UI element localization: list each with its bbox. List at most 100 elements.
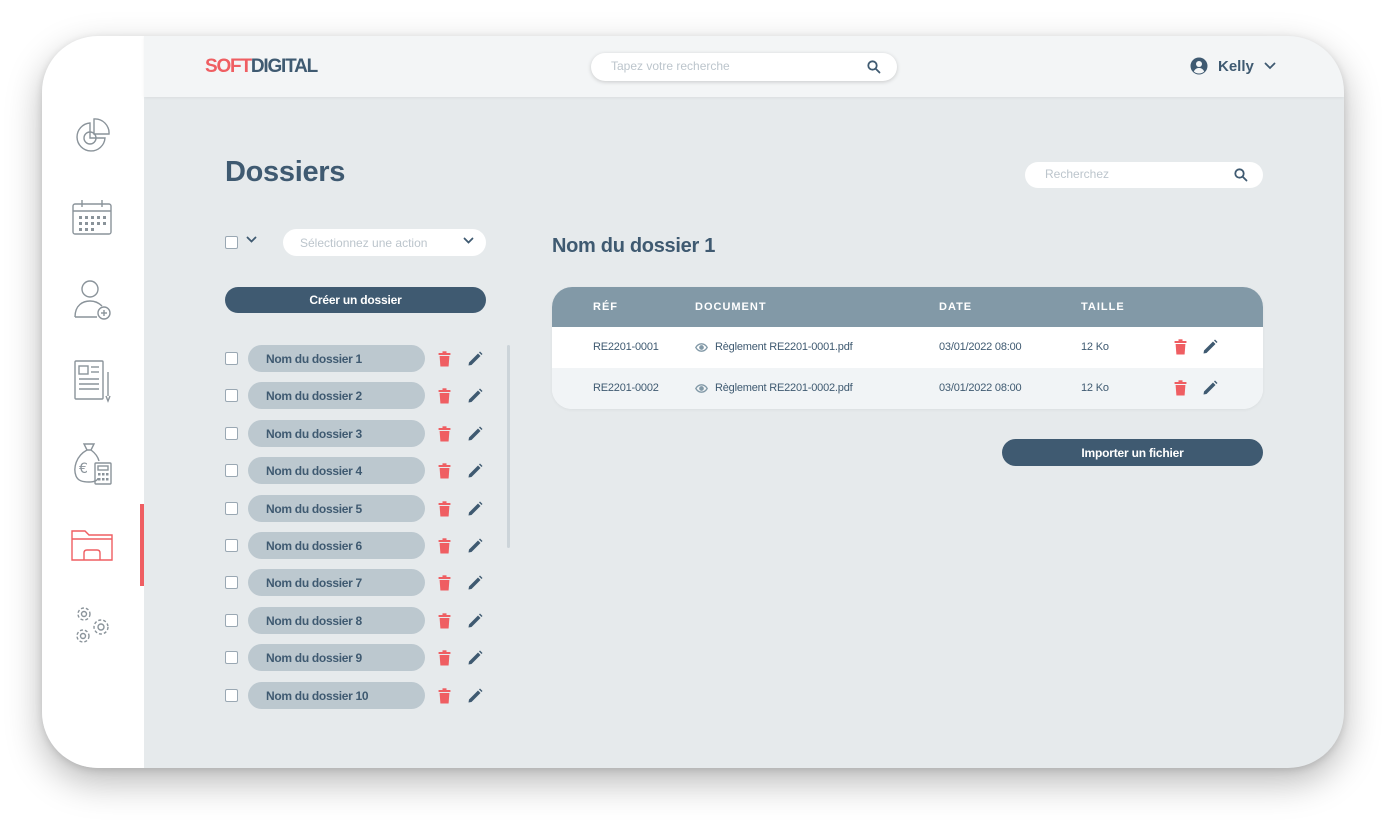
logo: SOFTDIGITAL xyxy=(205,56,318,78)
pencil-icon[interactable] xyxy=(467,463,483,484)
folder-checkbox[interactable] xyxy=(225,688,238,702)
pencil-icon[interactable] xyxy=(467,351,483,372)
pencil-icon[interactable] xyxy=(467,388,483,409)
folder-name: Nom du dossier 4 xyxy=(266,464,362,479)
pencil-icon[interactable] xyxy=(1202,380,1218,396)
sidebar-item-folders[interactable] xyxy=(69,522,115,568)
folder-row: Nom du dossier 7 xyxy=(225,569,485,597)
search-icon[interactable] xyxy=(867,60,881,74)
sidebar-item-documents[interactable] xyxy=(69,358,115,404)
select-all-checkbox[interactable] xyxy=(225,236,238,249)
create-folder-button[interactable]: Créer un dossier xyxy=(225,287,486,313)
trash-icon[interactable] xyxy=(438,650,451,671)
folder-item[interactable]: Nom du dossier 4 xyxy=(248,457,425,485)
folder-row: Nom du dossier 1 xyxy=(225,345,485,372)
folder-search xyxy=(1025,162,1263,188)
folder-row: Nom du dossier 5 xyxy=(225,494,485,522)
trash-icon[interactable] xyxy=(438,426,451,447)
folder-item[interactable]: Nom du dossier 3 xyxy=(248,419,425,447)
pencil-icon[interactable] xyxy=(467,501,483,522)
folder-item[interactable]: Nom du dossier 2 xyxy=(248,382,425,410)
pencil-icon[interactable] xyxy=(467,613,483,634)
pencil-icon[interactable] xyxy=(467,575,483,596)
search-icon[interactable] xyxy=(1234,168,1248,182)
trash-icon[interactable] xyxy=(438,575,451,596)
document-icon xyxy=(74,360,111,403)
folder-checkbox[interactable] xyxy=(225,651,238,665)
pencil-icon[interactable] xyxy=(467,538,483,559)
folder-checkbox[interactable] xyxy=(225,576,238,590)
folder-checkbox[interactable] xyxy=(225,389,238,403)
app-window: € SOFTDIGITAL Tapez votre recherche Kell… xyxy=(42,36,1344,768)
sidebar-item-users[interactable] xyxy=(69,276,115,322)
trash-icon[interactable] xyxy=(438,687,451,709)
folder-name: Nom du dossier 6 xyxy=(266,539,362,553)
top-bar: SOFTDIGITAL Kelly xyxy=(144,36,1344,97)
global-search-input[interactable] xyxy=(611,59,851,73)
global-search xyxy=(591,53,897,81)
sidebar-item-dashboard[interactable] xyxy=(69,113,115,159)
folder-row: Nom du dossier 10 xyxy=(225,681,485,709)
chevron-down-icon xyxy=(463,237,474,244)
pencil-icon[interactable] xyxy=(467,426,483,447)
folder-checkbox[interactable] xyxy=(225,501,238,515)
trash-icon[interactable] xyxy=(438,500,451,522)
sidebar-item-settings[interactable] xyxy=(69,602,115,648)
folder-item[interactable]: Nom du dossier 5 xyxy=(248,494,425,522)
logo-digital: DIGITAL xyxy=(250,56,318,77)
folder-row: Nom du dossier 4 xyxy=(225,457,485,485)
trash-icon[interactable] xyxy=(1174,339,1187,355)
cell-size: 12 Ko xyxy=(1081,341,1109,353)
user-name: Kelly xyxy=(1218,57,1254,75)
import-file-button[interactable]: Importer un fichier xyxy=(1002,439,1263,466)
sidebar: € xyxy=(42,36,144,768)
chevron-down-icon[interactable] xyxy=(246,236,257,244)
trash-icon[interactable] xyxy=(1174,380,1187,396)
trash-icon[interactable] xyxy=(438,538,451,559)
money-calculator-icon: € xyxy=(74,443,112,485)
column-header-ref: RÉF xyxy=(593,301,618,313)
trash-icon[interactable] xyxy=(438,613,451,634)
folder-name: Nom du dossier 7 xyxy=(266,576,362,591)
folder-checkbox[interactable] xyxy=(225,464,238,478)
document-link[interactable]: Règlement RE2201-0001.pdf xyxy=(695,341,853,353)
bulk-action-select[interactable]: Sélectionnez une action xyxy=(283,229,486,256)
folder-row: Nom du dossier 2 xyxy=(225,382,485,410)
logo-soft: SOFT xyxy=(205,56,252,77)
folder-item[interactable]: Nom du dossier 1 xyxy=(248,345,425,372)
sidebar-item-calendar[interactable] xyxy=(69,195,115,241)
documents-table: RÉF DOCUMENT DATE TAILLE RE2201-0001 Règ… xyxy=(552,287,1263,409)
folder-checkbox[interactable] xyxy=(225,352,238,365)
cell-size: 12 Ko xyxy=(1081,382,1109,394)
folder-search-input[interactable] xyxy=(1045,167,1225,181)
folder-item[interactable]: Nom du dossier 10 xyxy=(248,681,425,709)
folder-icon xyxy=(71,530,113,561)
folder-checkbox[interactable] xyxy=(225,613,238,627)
pencil-icon[interactable] xyxy=(467,650,483,671)
user-avatar-icon xyxy=(1190,57,1208,75)
cell-ref: RE2201-0002 xyxy=(593,382,659,394)
folder-item[interactable]: Nom du dossier 7 xyxy=(248,569,425,597)
document-link[interactable]: Règlement RE2201-0002.pdf xyxy=(695,382,853,394)
user-menu[interactable]: Kelly xyxy=(1190,57,1276,75)
folder-list-scrollbar[interactable] xyxy=(507,345,510,548)
trash-icon[interactable] xyxy=(438,463,451,484)
folder-name: Nom du dossier 2 xyxy=(266,389,362,404)
document-name: Règlement RE2201-0002.pdf xyxy=(715,382,853,394)
folder-checkbox[interactable] xyxy=(225,539,238,552)
trash-icon[interactable] xyxy=(438,351,451,372)
folder-checkbox[interactable] xyxy=(225,426,238,440)
folder-item[interactable]: Nom du dossier 8 xyxy=(248,606,425,634)
folder-item[interactable]: Nom du dossier 6 xyxy=(248,532,425,559)
pencil-icon[interactable] xyxy=(1202,339,1218,355)
settings-gears-icon xyxy=(76,607,109,643)
sidebar-item-finance[interactable]: € xyxy=(69,440,115,486)
column-header-size: TAILLE xyxy=(1081,301,1125,313)
folder-row: Nom du dossier 6 xyxy=(225,532,485,559)
folder-name: Nom du dossier 3 xyxy=(266,426,362,441)
folder-item[interactable]: Nom du dossier 9 xyxy=(248,644,425,672)
bulk-action-placeholder: Sélectionnez une action xyxy=(300,236,428,250)
pencil-icon[interactable] xyxy=(467,688,483,709)
folder-name: Nom du dossier 5 xyxy=(266,501,362,516)
trash-icon[interactable] xyxy=(438,388,451,409)
